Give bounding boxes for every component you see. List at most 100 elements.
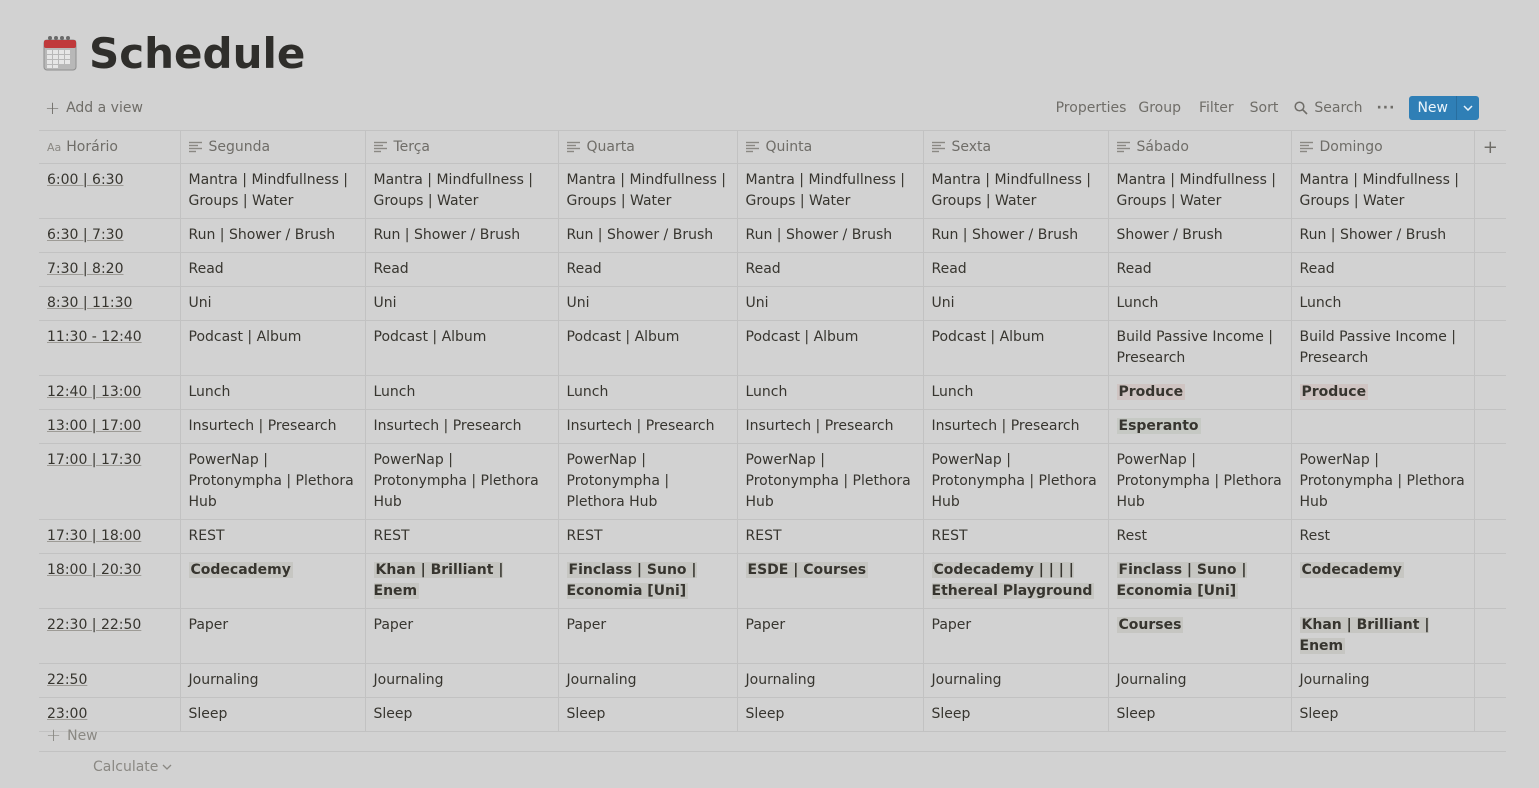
schedule-cell[interactable]: Run | Shower / Brush (558, 218, 738, 253)
table-row[interactable]: 12:40 | 13:00 Lunch Lunch Lunch Lunch Lunch Pr… (39, 375, 1506, 410)
schedule-cell[interactable]: Paper (558, 608, 738, 664)
schedule-cell[interactable]: Khan | Brilliant | Enem (365, 553, 559, 609)
table-row[interactable]: 17:00 | 17:30 PowerNap | Protonympha | Pl… (39, 443, 1506, 520)
schedule-cell[interactable]: Lunch (737, 375, 924, 410)
add-view-button[interactable]: + Add a view (45, 94, 143, 122)
schedule-cell[interactable]: Paper (923, 608, 1109, 664)
schedule-cell[interactable]: Read (1291, 252, 1475, 287)
schedule-cell[interactable]: Paper (365, 608, 559, 664)
schedule-cell[interactable]: PowerNap | Protonympha | Plethora Hub (737, 443, 924, 520)
time-cell[interactable]: 11:30 - 12:40 (39, 320, 181, 376)
schedule-cell[interactable]: Read (923, 252, 1109, 287)
schedule-cell[interactable]: Lunch (558, 375, 738, 410)
schedule-cell[interactable]: Read (180, 252, 366, 287)
new-dropdown-button[interactable] (1456, 96, 1479, 120)
schedule-cell[interactable]: ESDE | Courses (737, 553, 924, 609)
time-cell[interactable]: 17:30 | 18:00 (39, 519, 181, 554)
schedule-cell[interactable]: Esperanto (1108, 409, 1292, 444)
schedule-cell[interactable]: Khan | Brilliant | Enem (1291, 608, 1475, 664)
schedule-cell[interactable]: Mantra | Mindfullness | Groups | Water (1108, 163, 1292, 219)
schedule-cell[interactable]: REST (180, 519, 366, 554)
schedule-cell[interactable]: Courses (1108, 608, 1292, 664)
column-header-0[interactable]: Aa Horário (39, 130, 181, 164)
more-options-button[interactable]: ··· (1376, 100, 1395, 116)
add-row-button[interactable]: + New (39, 720, 1506, 752)
time-cell[interactable]: 6:30 | 7:30 (39, 218, 181, 253)
schedule-cell[interactable]: Uni (737, 286, 924, 321)
schedule-cell[interactable]: Lunch (1291, 286, 1475, 321)
table-row[interactable]: 8:30 | 11:30 Uni Uni Uni Uni Uni Lunch Lunch (39, 286, 1506, 321)
time-cell[interactable]: 22:50 (39, 663, 181, 698)
filter-button[interactable]: Filter (1199, 100, 1234, 116)
schedule-cell[interactable]: Lunch (923, 375, 1109, 410)
table-row[interactable]: 22:50 Journaling Journaling Journaling Journ… (39, 663, 1506, 698)
table-row[interactable]: 11:30 - 12:40 Podcast | Album Podcast | Al… (39, 320, 1506, 376)
column-header-3[interactable]: Quarta (558, 130, 738, 164)
schedule-cell[interactable]: Insurtech | Presearch (923, 409, 1109, 444)
schedule-cell[interactable]: Codecademy (180, 553, 366, 609)
schedule-cell[interactable]: Uni (180, 286, 366, 321)
table-row[interactable]: 18:00 | 20:30 Codecademy Khan | Brilliant … (39, 553, 1506, 609)
schedule-cell[interactable]: Podcast | Album (737, 320, 924, 376)
schedule-cell[interactable]: REST (558, 519, 738, 554)
schedule-cell[interactable]: Build Passive Income | Presearch (1108, 320, 1292, 376)
schedule-cell[interactable]: Run | Shower / Brush (923, 218, 1109, 253)
schedule-cell[interactable]: Run | Shower / Brush (365, 218, 559, 253)
time-cell[interactable]: 13:00 | 17:00 (39, 409, 181, 444)
schedule-cell[interactable]: Insurtech | Presearch (558, 409, 738, 444)
schedule-cell[interactable]: PowerNap | Protonympha | Plethora Hub (180, 443, 366, 520)
schedule-cell[interactable]: Podcast | Album (180, 320, 366, 376)
table-row[interactable]: 22:30 | 22:50 Paper Paper Paper Paper Paper Co… (39, 608, 1506, 664)
schedule-cell[interactable]: Mantra | Mindfullness | Groups | Water (180, 163, 366, 219)
schedule-cell[interactable]: Podcast | Album (365, 320, 559, 376)
schedule-cell[interactable]: REST (923, 519, 1109, 554)
schedule-cell[interactable]: Podcast | Album (558, 320, 738, 376)
column-header-1[interactable]: Segunda (180, 130, 366, 164)
schedule-cell[interactable]: Codecademy | | | | Ethereal Playground (923, 553, 1109, 609)
calculate-button[interactable]: Calculate (93, 756, 172, 778)
schedule-cell[interactable]: Journaling (180, 663, 366, 698)
column-header-4[interactable]: Quinta (737, 130, 924, 164)
schedule-cell[interactable]: Finclass | Suno | Economia [Uni] (558, 553, 738, 609)
time-cell[interactable]: 7:30 | 8:20 (39, 252, 181, 287)
column-header-6[interactable]: Sábado (1108, 130, 1292, 164)
schedule-cell[interactable]: Journaling (365, 663, 559, 698)
schedule-cell[interactable]: PowerNap | Protonympha | Plethora Hub (558, 443, 738, 520)
search-button[interactable]: Search (1294, 100, 1362, 116)
schedule-cell[interactable]: Mantra | Mindfullness | Groups | Water (923, 163, 1109, 219)
schedule-cell[interactable]: Read (365, 252, 559, 287)
schedule-cell[interactable]: Read (558, 252, 738, 287)
schedule-cell[interactable]: Run | Shower / Brush (737, 218, 924, 253)
schedule-cell[interactable] (1291, 409, 1475, 444)
schedule-cell[interactable]: Paper (737, 608, 924, 664)
new-button[interactable]: New (1409, 96, 1456, 120)
add-column-button[interactable]: + (1474, 130, 1506, 164)
schedule-cell[interactable]: Finclass | Suno | Economia [Uni] (1108, 553, 1292, 609)
properties-button[interactable]: Properties (1056, 100, 1127, 116)
schedule-cell[interactable]: Journaling (1291, 663, 1475, 698)
schedule-cell[interactable]: Insurtech | Presearch (365, 409, 559, 444)
column-header-2[interactable]: Terça (365, 130, 559, 164)
schedule-cell[interactable]: Journaling (558, 663, 738, 698)
schedule-cell[interactable]: Mantra | Mindfullness | Groups | Water (1291, 163, 1475, 219)
schedule-cell[interactable]: Uni (365, 286, 559, 321)
group-button[interactable]: Group (1138, 100, 1181, 116)
schedule-cell[interactable]: Journaling (737, 663, 924, 698)
schedule-cell[interactable]: Uni (923, 286, 1109, 321)
time-cell[interactable]: 8:30 | 11:30 (39, 286, 181, 321)
schedule-cell[interactable]: Produce (1291, 375, 1475, 410)
schedule-cell[interactable]: Run | Shower / Brush (180, 218, 366, 253)
schedule-cell[interactable]: Rest (1108, 519, 1292, 554)
schedule-cell[interactable]: Produce (1108, 375, 1292, 410)
schedule-cell[interactable]: Lunch (180, 375, 366, 410)
schedule-cell[interactable]: Read (1108, 252, 1292, 287)
schedule-cell[interactable]: Codecademy (1291, 553, 1475, 609)
schedule-cell[interactable]: Lunch (1108, 286, 1292, 321)
schedule-cell[interactable]: PowerNap | Protonympha | Plethora Hub (923, 443, 1109, 520)
schedule-cell[interactable]: Mantra | Mindfullness | Groups | Water (737, 163, 924, 219)
schedule-cell[interactable]: Podcast | Album (923, 320, 1109, 376)
schedule-cell[interactable]: Insurtech | Presearch (180, 409, 366, 444)
table-row[interactable]: 13:00 | 17:00 Insurtech | Presearch Insurt… (39, 409, 1506, 444)
table-row[interactable]: 6:00 | 6:30 Mantra | Mindfullness | Group… (39, 163, 1506, 219)
column-header-7[interactable]: Domingo (1291, 130, 1475, 164)
